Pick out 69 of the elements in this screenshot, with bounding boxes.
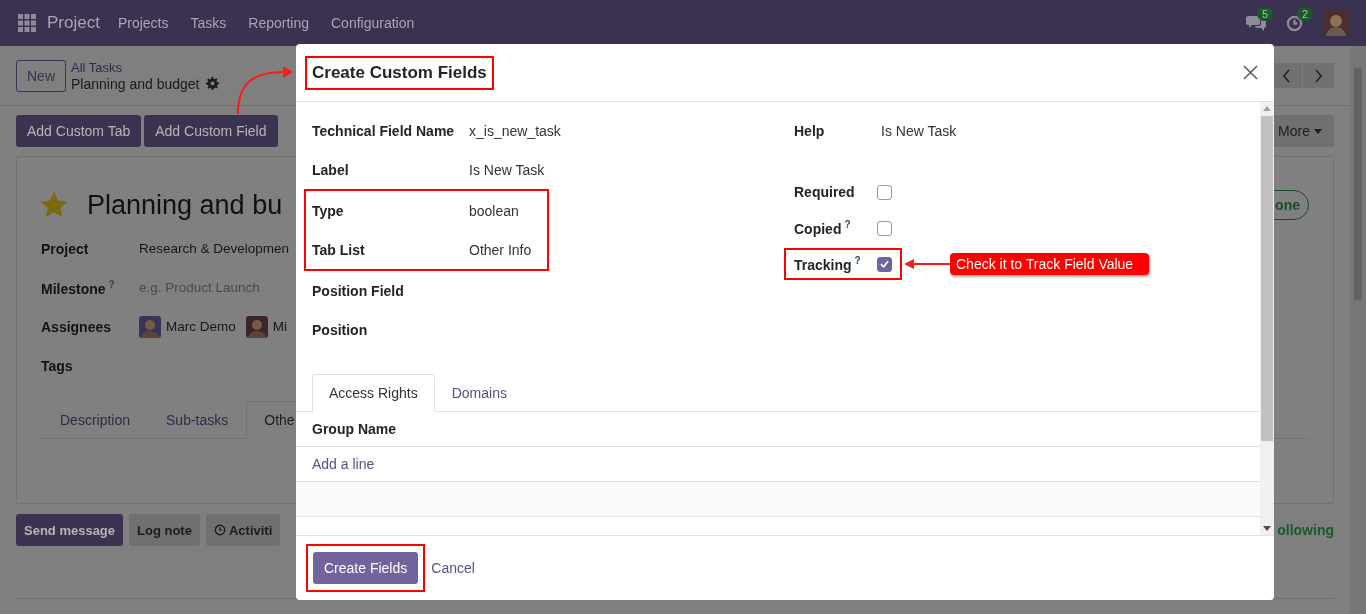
menu-item[interactable]: Tasks: [190, 15, 227, 31]
close-icon[interactable]: [1243, 65, 1258, 80]
chevron-left-icon: [1282, 68, 1291, 83]
annotation-callout: Check it to Track Field Value: [950, 253, 1150, 275]
create-button[interactable]: Create Fields: [313, 552, 419, 584]
checkbox[interactable]: [877, 220, 892, 236]
user-avatar: [245, 315, 268, 338]
column-header: Group Name: [312, 420, 396, 437]
field-label: Tab List: [312, 241, 366, 258]
scroll-down-icon[interactable]: [1263, 526, 1271, 531]
breadcrumb-link[interactable]: All Tasks: [71, 59, 220, 76]
field-label: Type: [312, 202, 345, 219]
action-button[interactable]: Add Custom Tab: [16, 115, 142, 147]
star-icon[interactable]: [41, 192, 67, 218]
action-button[interactable]: Add Custom Field: [144, 115, 278, 147]
field-label: Tracking $^{?}$: [794, 255, 862, 273]
scroll-up-icon[interactable]: [1263, 106, 1271, 111]
field-label: Position: [312, 321, 369, 338]
checkbox[interactable]: [877, 184, 892, 200]
field-label: Required: [794, 184, 856, 200]
field-value[interactable]: Research & Developmen: [139, 241, 290, 256]
menu-item[interactable]: Projects: [117, 15, 169, 31]
field-value[interactable]: Is New Task: [469, 161, 545, 178]
field-label: Project: [41, 240, 90, 257]
annotation-arrow: [237, 66, 293, 115]
form-tab[interactable]: Description: [42, 401, 149, 439]
field-value[interactable]: Is New Task: [881, 122, 957, 139]
field-value[interactable]: Other Info: [469, 241, 532, 258]
new-button[interactable]: New: [16, 59, 66, 92]
cancel-button[interactable]: Cancel: [431, 560, 475, 576]
field-value[interactable]: x_is_new_task: [469, 122, 561, 139]
chatter-button[interactable]: Send message: [16, 514, 124, 546]
app-name[interactable]: Project: [47, 13, 100, 33]
field-label: Position Field: [312, 282, 405, 299]
check-icon: [880, 260, 889, 268]
clock-icon[interactable]: [1286, 14, 1303, 32]
form-tab[interactable]: Sub-tasks: [148, 401, 247, 439]
field-label: Assignees: [41, 318, 113, 335]
notification-badge: 5: [1257, 7, 1274, 21]
field-label: Milestone $^{?}$: [41, 278, 116, 297]
menu-item[interactable]: Configuration: [331, 15, 415, 31]
checkbox[interactable]: [877, 256, 892, 272]
chatter-button[interactable]: Activiti: [205, 514, 281, 546]
task-title: Planning and bu: [87, 189, 283, 221]
chatter-button[interactable]: Log note: [129, 514, 200, 546]
gear-icon[interactable]: [206, 77, 220, 90]
field-label: Technical Field Name: [312, 122, 456, 139]
menu-item[interactable]: Reporting: [248, 15, 309, 31]
clock-icon: [213, 524, 226, 536]
chevron-right-icon: [1314, 68, 1323, 83]
user-avatar: [139, 315, 161, 338]
dialog-tab[interactable]: Access Rights: [312, 374, 435, 412]
field-label: Tags: [41, 357, 74, 374]
field-label: Copied $^{?}$: [794, 219, 852, 237]
field-label: Help: [794, 122, 826, 139]
scrollbar-thumb[interactable]: [1261, 116, 1273, 441]
caret-icon: [1314, 128, 1322, 134]
annotation-arrow: [904, 259, 950, 269]
breadcrumb-current: Planning and budget: [71, 75, 200, 92]
dialog-tab[interactable]: Domains: [434, 374, 524, 412]
notification-badge: 2: [1297, 6, 1314, 21]
field-value[interactable]: boolean: [469, 202, 519, 219]
add-line-link[interactable]: Add a line: [312, 455, 375, 472]
user-avatar[interactable]: [1323, 10, 1349, 36]
assignee-name[interactable]: Marc Demo: [166, 319, 236, 334]
field-label: Label: [312, 161, 350, 178]
dialog-title: Create Custom Fields: [305, 55, 494, 90]
apps-menu-icon[interactable]: [18, 14, 36, 32]
assignee-name[interactable]: Mi: [272, 319, 287, 334]
